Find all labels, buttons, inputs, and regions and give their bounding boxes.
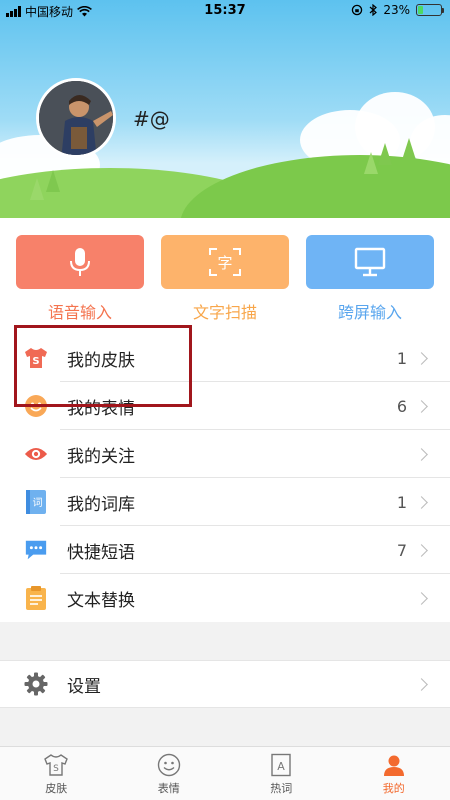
tree-decoration	[30, 178, 44, 200]
tree-decoration	[364, 152, 378, 174]
eye-icon	[24, 442, 48, 466]
chat-bubble-icon	[24, 538, 48, 562]
menu-item-following[interactable]: 我的关注	[0, 430, 450, 478]
menu-item-label: 文本替换	[67, 590, 135, 611]
svg-text:词: 词	[33, 497, 43, 509]
tab-hotwords[interactable]: A 热词	[225, 747, 338, 800]
status-bar: 中国移动 15:37 23%	[0, 0, 450, 22]
menu-item-dictionary[interactable]: 词 我的词库 1	[0, 478, 450, 526]
chevron-right-icon	[415, 447, 428, 461]
text-scan-label: 文字扫描	[192, 303, 257, 322]
cross-screen-button[interactable]	[306, 235, 434, 289]
feature-cross-screen[interactable]: 跨屏输入	[306, 235, 434, 323]
avatar[interactable]	[36, 78, 116, 158]
settings-row[interactable]: 设置	[0, 660, 450, 708]
highlight-annotation-box	[14, 325, 192, 407]
scan-text-icon: 字	[209, 248, 241, 276]
monitor-icon	[354, 247, 386, 277]
svg-text:S: S	[53, 764, 59, 774]
shirt-tab-icon: S	[44, 754, 69, 776]
settings-label: 设置	[67, 676, 101, 697]
menu-item-text-replace[interactable]: 文本替换	[0, 574, 450, 622]
hill-decoration	[180, 155, 450, 218]
feature-text-scan[interactable]: 字 文字扫描	[161, 235, 289, 323]
menu-item-count: 1	[396, 348, 407, 368]
chevron-right-icon	[415, 543, 428, 557]
chevron-right-icon	[415, 677, 428, 691]
tab-label: 我的	[382, 782, 405, 795]
tree-decoration	[46, 170, 60, 192]
battery-level	[418, 6, 424, 14]
voice-input-button[interactable]	[16, 235, 144, 289]
dictionary-icon: 词	[24, 490, 48, 514]
chevron-right-icon	[415, 399, 428, 413]
quick-features: 语音输入 字 文字扫描 跨屏输入	[0, 218, 450, 334]
tree-decoration	[378, 143, 392, 165]
tab-label: 热词	[270, 782, 293, 795]
menu-item-count: 1	[396, 492, 407, 512]
tab-label: 表情	[157, 782, 180, 795]
hotword-tab-icon: A	[271, 753, 291, 777]
menu-item-count: 7	[396, 540, 407, 560]
menu-item-quick-phrases[interactable]: 快捷短语 7	[0, 526, 450, 574]
battery-percent: 23%	[383, 3, 410, 17]
tab-emoticons[interactable]: 表情	[113, 747, 226, 800]
menu-item-count: 6	[396, 396, 407, 416]
profile-tab-icon	[383, 755, 404, 776]
bluetooth-icon	[369, 4, 378, 16]
bottom-tab-bar: S 皮肤 表情 A 热词 我的	[0, 746, 450, 800]
chevron-right-icon	[415, 351, 428, 365]
clipboard-icon	[24, 586, 48, 610]
username[interactable]: #@	[133, 107, 170, 131]
chevron-right-icon	[415, 495, 428, 509]
gear-icon	[24, 672, 48, 696]
orientation-lock-icon	[352, 4, 363, 16]
menu-item-label: 我的词库	[67, 494, 135, 515]
svg-text:A: A	[277, 760, 285, 773]
feature-voice-input[interactable]: 语音输入	[16, 235, 144, 323]
tab-label: 皮肤	[45, 782, 68, 795]
profile-header: #@	[0, 0, 450, 218]
menu-item-label: 快捷短语	[67, 542, 135, 563]
smiley-tab-icon	[157, 753, 180, 777]
chevron-right-icon	[415, 591, 428, 605]
voice-input-label: 语音输入	[47, 303, 112, 322]
tree-decoration	[402, 138, 416, 160]
svg-text:字: 字	[217, 254, 232, 272]
text-scan-button[interactable]: 字	[161, 235, 289, 289]
tab-mine[interactable]: 我的	[338, 747, 450, 800]
cross-screen-label: 跨屏输入	[337, 303, 402, 322]
microphone-icon	[70, 248, 90, 276]
tab-skins[interactable]: S 皮肤	[0, 747, 113, 800]
menu-item-label: 我的关注	[67, 446, 135, 467]
battery-icon	[416, 4, 444, 16]
